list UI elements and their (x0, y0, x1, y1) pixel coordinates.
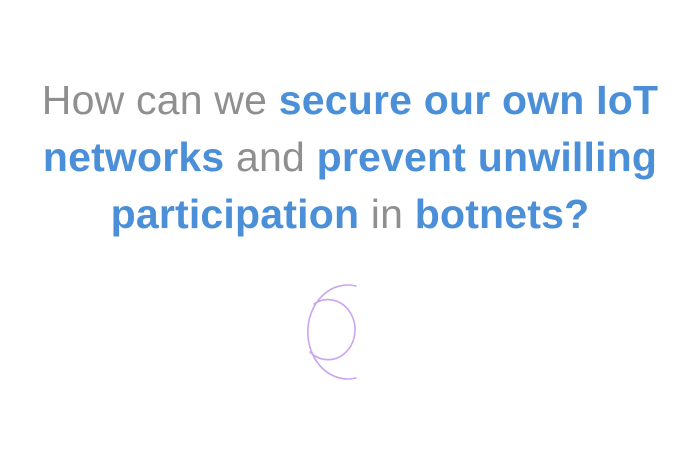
slide: How can we secure our own IoT networks an… (0, 0, 700, 467)
headline-question: How can we secure our own IoT networks an… (20, 72, 680, 243)
headline-plain-text: in (370, 191, 404, 237)
headline-plain-text: and (236, 134, 306, 180)
loading-spinner-icon (306, 284, 357, 380)
headline-highlight-text: participation (110, 191, 360, 237)
headline-highlight-text: networks (42, 134, 225, 180)
headline-highlight-text: secure our own IoT (278, 77, 659, 123)
headline-plain-text: How can we (41, 77, 268, 123)
headline-highlight-text: botnets? (414, 191, 590, 237)
headline-highlight-text: prevent unwilling (316, 134, 658, 180)
